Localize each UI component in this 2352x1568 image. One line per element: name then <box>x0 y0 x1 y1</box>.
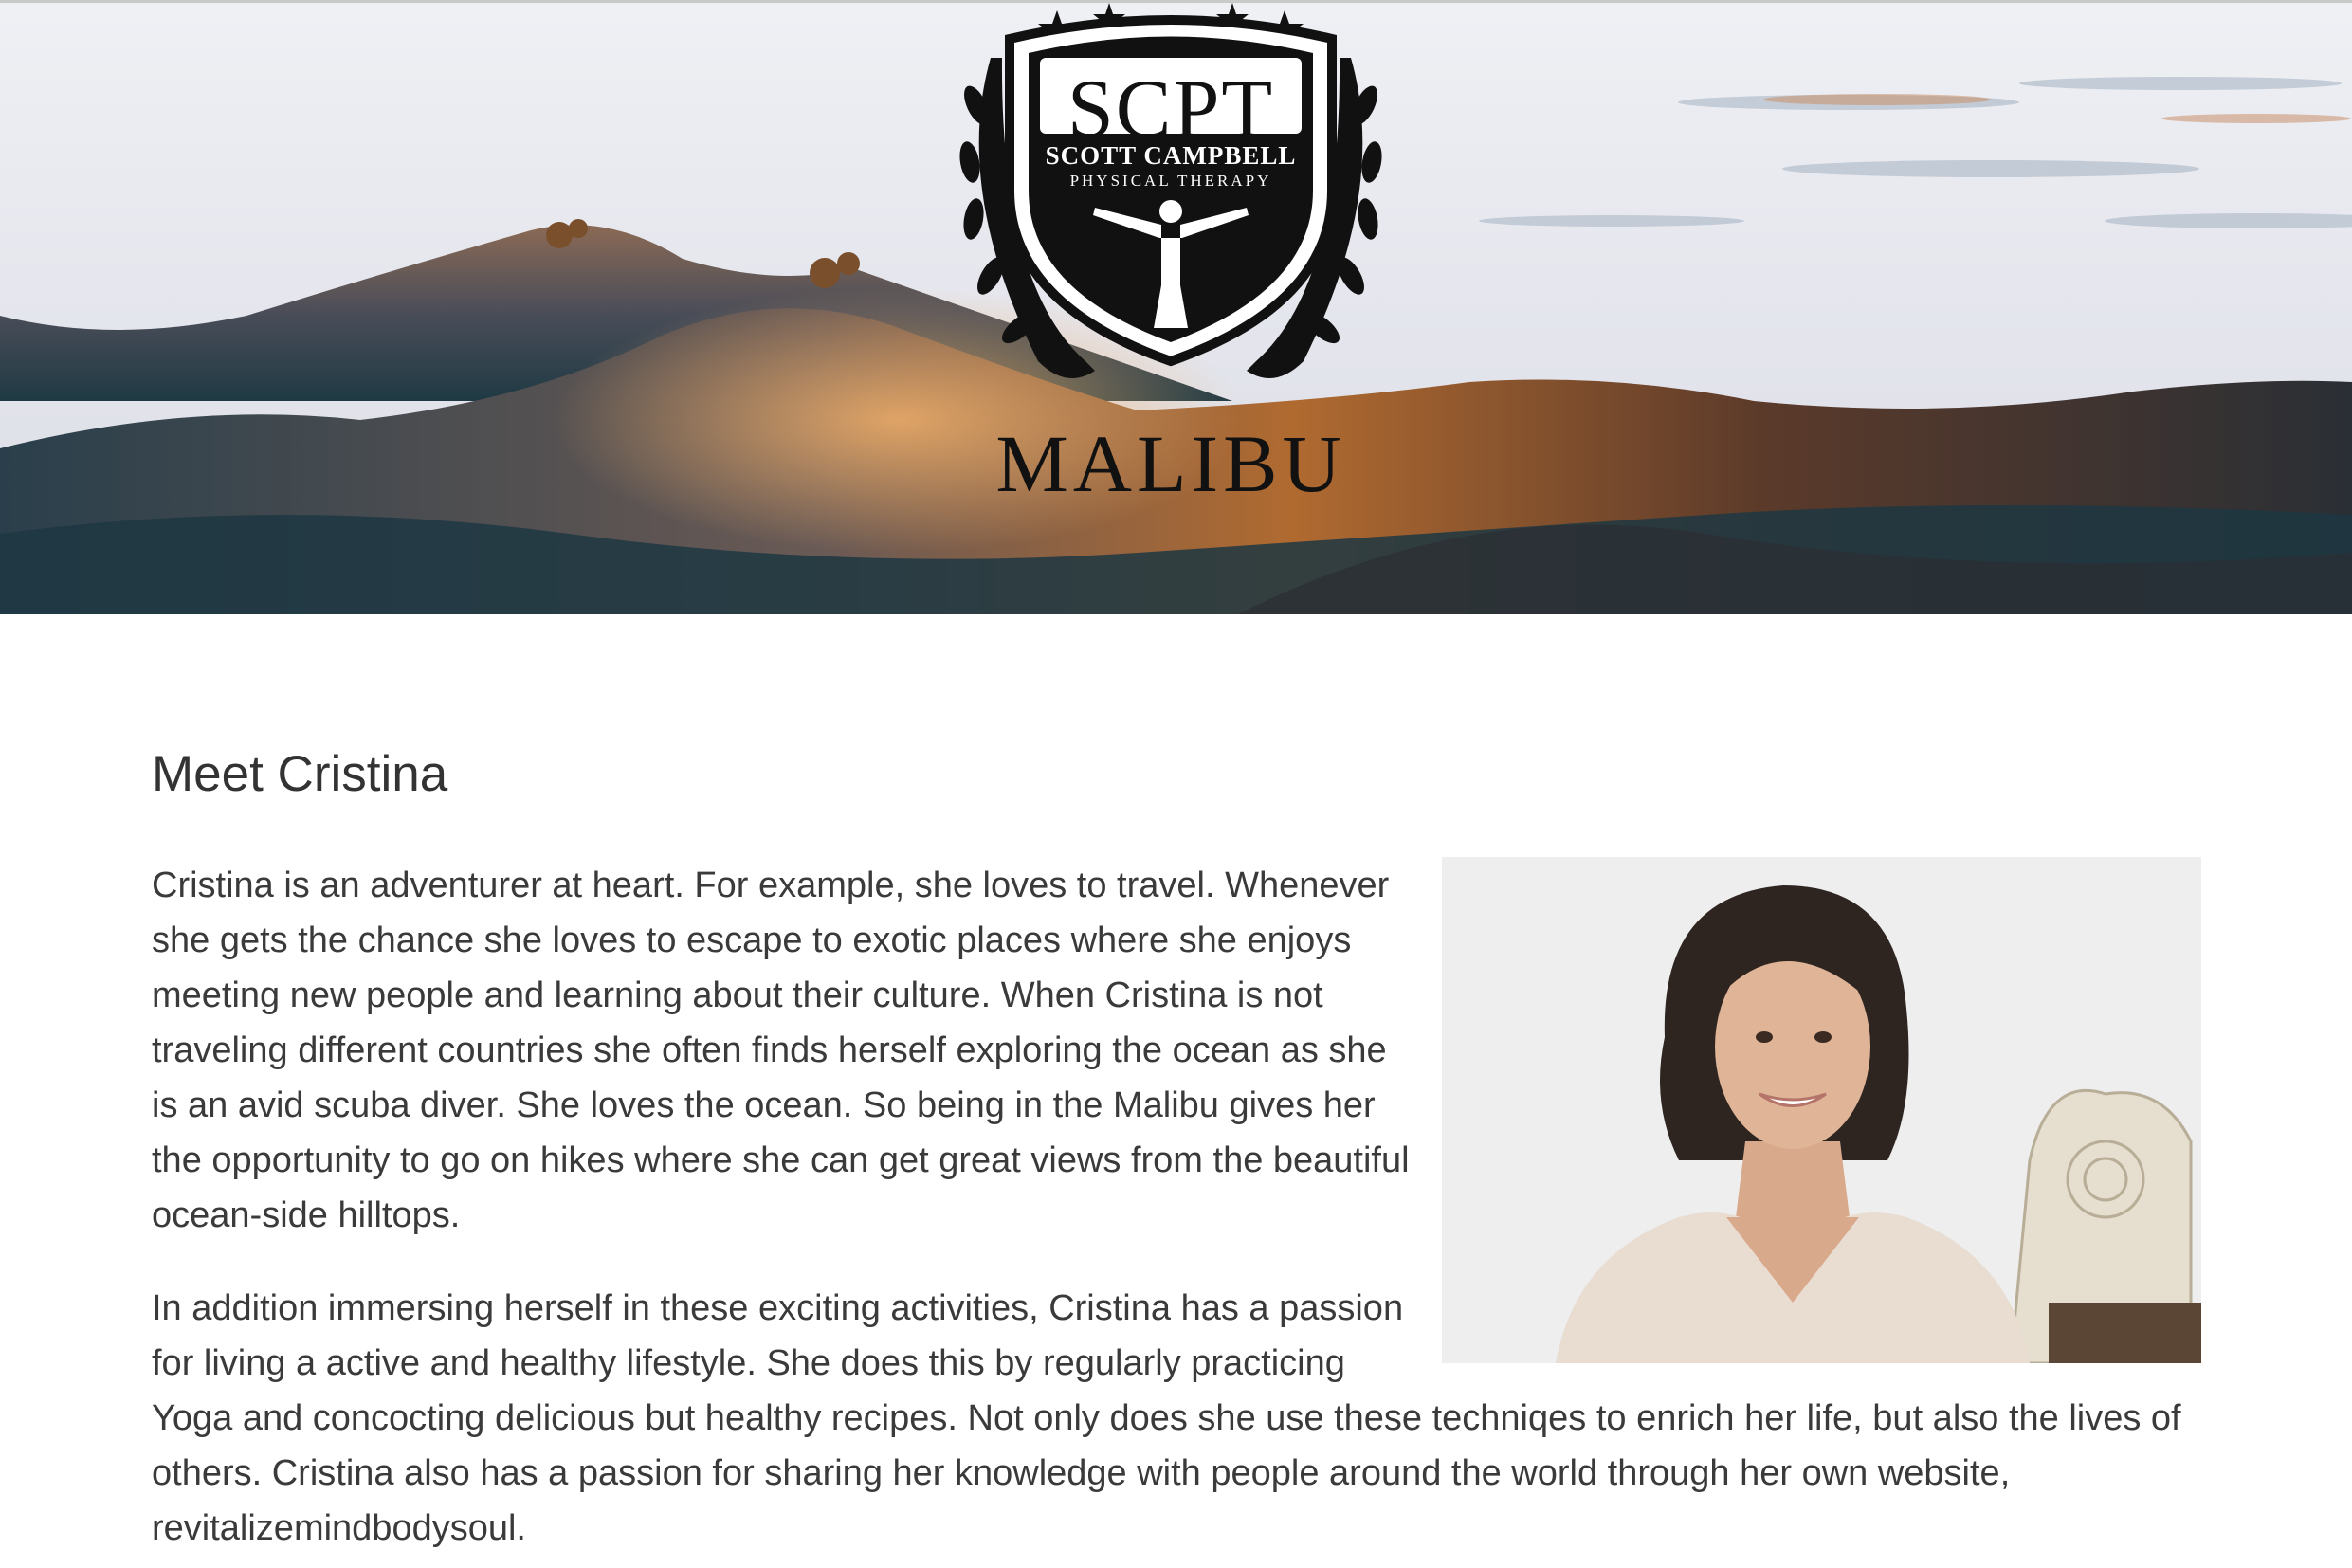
bio-paragraph-2: In addition immersing herself in these e… <box>152 1281 2199 1556</box>
scpt-malibu-logo[interactable]: SCPT SCOTT CAMPBELL PHYSICAL THERAPY MAL… <box>934 3 1408 509</box>
logo-subtitle: PHYSICAL THERAPY <box>1069 172 1272 190</box>
hero-banner: SCPT SCOTT CAMPBELL PHYSICAL THERAPY MAL… <box>0 0 2352 614</box>
logo-name-line: SCOTT CAMPBELL <box>1045 141 1297 170</box>
page-title: Meet Cristina <box>152 746 448 802</box>
bio-paragraph-2-rest: Yoga and concocting delicious but health… <box>152 1398 2181 1548</box>
bio-paragraph-1: Cristina is an adventurer at heart. For … <box>152 866 1410 1235</box>
bio-paragraph-2-lead: In addition immersing herself in these e… <box>152 1288 1404 1383</box>
logo-location: MALIBU <box>995 418 1346 509</box>
